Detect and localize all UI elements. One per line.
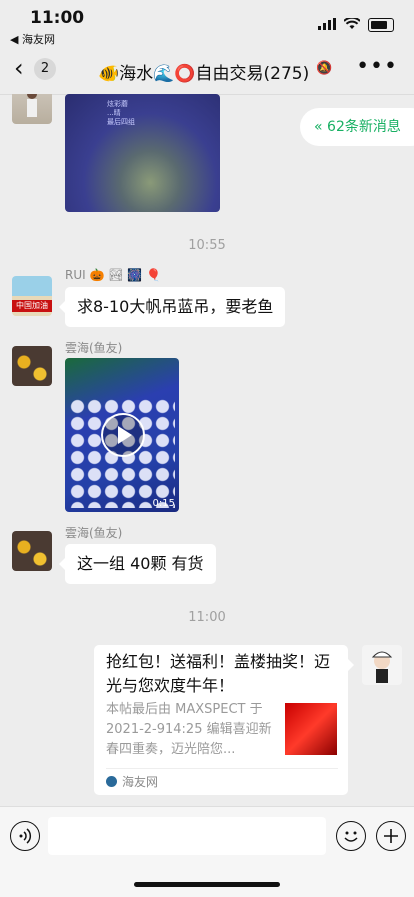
status-bar: 11:00 ◀ 海友网 bbox=[0, 0, 414, 46]
back-to-app-link[interactable]: ◀ 海友网 bbox=[10, 31, 55, 47]
new-messages-label: 62条新消息 bbox=[327, 119, 401, 135]
image-caption: 炫彩蘑 ...晴 最后四组 bbox=[107, 100, 135, 126]
avatar[interactable] bbox=[12, 346, 52, 386]
chat-header: ‹ 2 🐠海水🌊⭕自由交易(275) 🔕 ••• bbox=[0, 46, 414, 95]
unread-count-badge[interactable]: 2 bbox=[34, 58, 56, 80]
avatar-label: 中国加油 bbox=[12, 300, 52, 312]
sender-name: 雲海(鱼友) bbox=[65, 526, 123, 540]
more-options-icon[interactable]: ••• bbox=[356, 54, 398, 79]
home-indicator[interactable] bbox=[134, 882, 280, 887]
double-chevron-up-icon: « bbox=[314, 119, 323, 135]
link-card-description: 本帖最后由 MAXSPECT 于 2021-2-914:25 编辑喜迎新春四重奏… bbox=[106, 702, 272, 757]
link-card-thumbnail bbox=[285, 703, 337, 755]
play-icon[interactable] bbox=[101, 413, 145, 457]
message-timestamp: 11:00 bbox=[188, 610, 226, 625]
image-message[interactable]: 炫彩蘑 ...晴 最后四组 bbox=[65, 94, 220, 212]
link-card-title: 抢红包！送福利！盖楼抽奖！迈光与您欢度牛年！ bbox=[106, 652, 331, 695]
divider bbox=[106, 768, 338, 769]
link-card-source: 海友网 bbox=[122, 775, 159, 789]
plus-icon[interactable] bbox=[376, 821, 406, 851]
input-bar bbox=[0, 806, 414, 897]
text-message[interactable]: 求8-10大帆吊蓝吊，要老鱼 bbox=[58, 287, 286, 327]
back-icon[interactable]: ‹ bbox=[14, 56, 24, 80]
status-time: 11:00 bbox=[30, 8, 85, 28]
video-duration: 0:15 bbox=[152, 498, 175, 509]
new-messages-button[interactable]: « 62条新消息 bbox=[300, 108, 414, 146]
sender-name: 雲海(鱼友) bbox=[65, 341, 123, 355]
avatar[interactable]: 中国加油 bbox=[12, 276, 52, 316]
emoji-icon[interactable] bbox=[336, 821, 366, 851]
text-message[interactable]: 这一组 40颗 有货 bbox=[59, 544, 216, 584]
link-card[interactable]: 抢红包！送福利！盖楼抽奖！迈光与您欢度牛年！ 本帖最后由 MAXSPECT 于 … bbox=[94, 645, 354, 795]
message-list[interactable]: 炫彩蘑 ...晴 最后四组 « 62条新消息 10:55 中国加油 RUI 🎃 🏞 … bbox=[0, 94, 414, 806]
sender-name: RUI 🎃 🏞 🎆 🎈 bbox=[65, 268, 161, 282]
source-icon bbox=[106, 776, 117, 787]
avatar[interactable] bbox=[362, 645, 402, 685]
chat-title: 🐠海水🌊⭕自由交易(275) bbox=[98, 64, 310, 84]
battery-icon bbox=[368, 17, 394, 32]
video-message[interactable]: 0:15 bbox=[65, 358, 179, 512]
avatar[interactable] bbox=[12, 94, 52, 124]
wifi-icon bbox=[343, 15, 361, 34]
system-icons bbox=[318, 15, 394, 34]
mute-icon: 🔕 bbox=[316, 61, 333, 76]
avatar[interactable] bbox=[12, 531, 52, 571]
message-input[interactable] bbox=[48, 817, 326, 855]
message-timestamp: 10:55 bbox=[188, 238, 226, 253]
signal-icon bbox=[318, 15, 336, 34]
voice-icon[interactable] bbox=[10, 821, 40, 851]
